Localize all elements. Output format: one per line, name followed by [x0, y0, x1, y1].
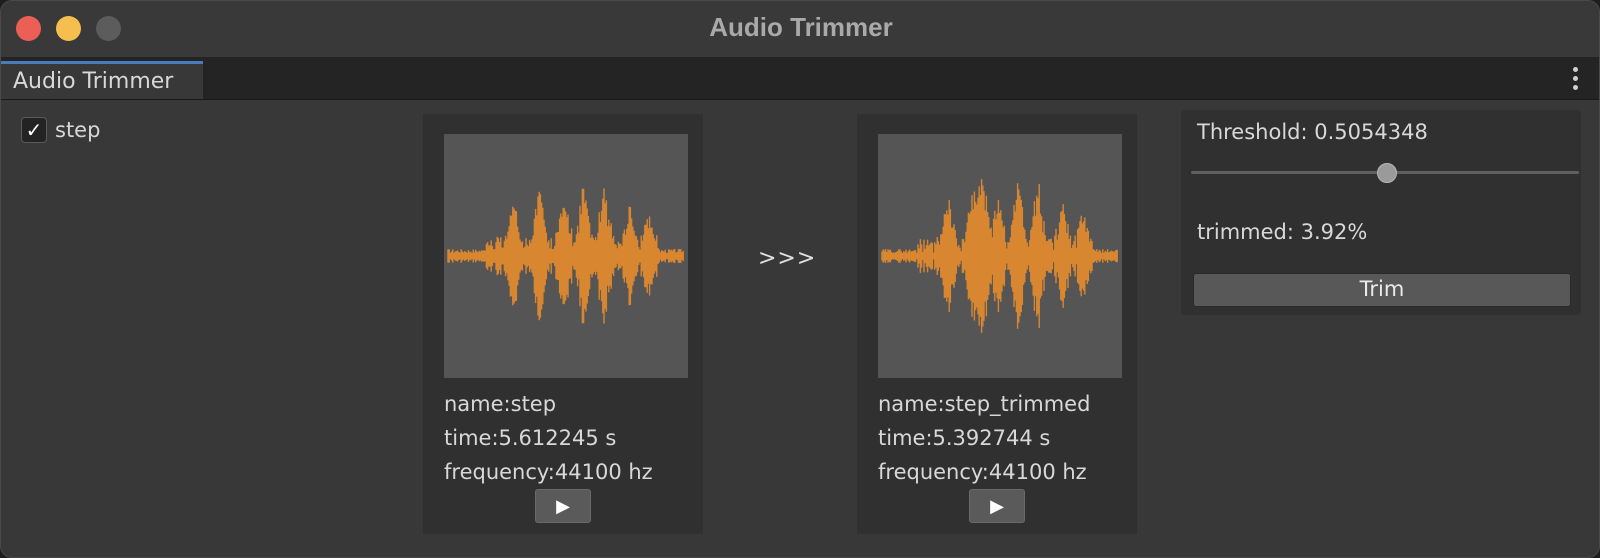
- editor-content: ✓ step name:step time:5.612245 s frequen…: [1, 100, 1599, 557]
- source-clip-name: name:step: [444, 392, 557, 416]
- app-window: Audio Trimmer Audio Trimmer ✓ step name:…: [0, 0, 1600, 558]
- slider-thumb[interactable]: [1377, 163, 1398, 183]
- conversion-arrows: >>>: [758, 246, 817, 271]
- trim-button[interactable]: Trim: [1193, 273, 1571, 307]
- file-checkbox[interactable]: ✓: [21, 117, 47, 143]
- trimmed-clip-panel: name:step_trimmed time:5.392744 s freque…: [857, 114, 1137, 534]
- source-clip-panel: name:step time:5.612245 s frequency:4410…: [423, 114, 703, 534]
- more-options-icon[interactable]: [1573, 67, 1579, 94]
- file-label: step: [55, 118, 101, 142]
- trimmed-play-button[interactable]: ▶: [969, 489, 1025, 523]
- trimmed-waveform: [878, 134, 1122, 378]
- source-clip-time: time:5.612245 s: [444, 426, 617, 450]
- trimmed-clip-name: name:step_trimmed: [878, 392, 1091, 416]
- play-icon: ▶: [556, 495, 570, 517]
- source-waveform: [444, 134, 688, 378]
- play-icon: ▶: [990, 495, 1004, 517]
- trimmed-percent-label: trimmed: 3.92%: [1197, 220, 1368, 244]
- source-clip-frequency: frequency:44100 hz: [444, 460, 653, 484]
- title-bar: Audio Trimmer: [1, 1, 1599, 57]
- tab-bar: Audio Trimmer: [1, 57, 1599, 100]
- tab-audio-trimmer[interactable]: Audio Trimmer: [1, 61, 203, 99]
- trim-settings-panel: Threshold: 0.5054348 trimmed: 3.92% Trim: [1181, 110, 1581, 315]
- trimmed-clip-time: time:5.392744 s: [878, 426, 1051, 450]
- window-title: Audio Trimmer: [709, 12, 893, 42]
- trimmed-clip-frequency: frequency:44100 hz: [878, 460, 1087, 484]
- threshold-slider[interactable]: [1191, 162, 1579, 184]
- source-play-button[interactable]: ▶: [535, 489, 591, 523]
- file-list-item[interactable]: ✓ step: [21, 116, 100, 144]
- threshold-label: Threshold: 0.5054348: [1197, 120, 1428, 144]
